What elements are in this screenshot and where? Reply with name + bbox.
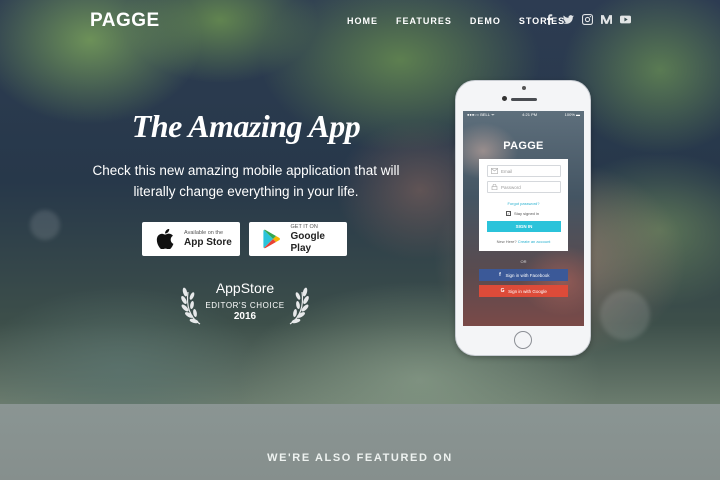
instagram-icon[interactable]	[582, 14, 593, 25]
app-store-label: App Store	[184, 236, 232, 248]
facebook-signin-label: Sign in with Facebook	[505, 272, 550, 278]
nav-home[interactable]: HOME	[347, 16, 378, 26]
mail-icon	[491, 168, 498, 174]
award-year: 2016	[233, 311, 257, 322]
google-plus-icon: G	[500, 287, 505, 294]
password-placeholder: Password	[501, 184, 521, 190]
forgot-password-link[interactable]: Forgot password?	[479, 201, 568, 206]
new-here-label: New Here?	[496, 239, 517, 244]
app-store-small: Available on the	[184, 229, 224, 236]
youtube-icon[interactable]	[620, 14, 631, 25]
stay-signed-label: Stay signed in	[514, 211, 540, 216]
facebook-icon[interactable]	[544, 14, 555, 25]
stay-signed-checkbox[interactable]: ✓ Stay signed in	[506, 211, 539, 216]
twitter-icon[interactable]	[563, 14, 574, 25]
brand-logo[interactable]: PAGGE	[90, 10, 160, 32]
apple-icon	[154, 228, 176, 250]
email-field[interactable]: Email	[487, 165, 561, 177]
create-account-link[interactable]: Create an account	[518, 239, 551, 244]
checkmark-icon: ✓	[506, 211, 511, 216]
award-subtitle: EDITOR'S CHOICE	[205, 301, 285, 310]
featured-title: WE'RE ALSO FEATURED ON	[267, 452, 453, 464]
social-links	[544, 14, 639, 25]
sign-in-button[interactable]: SIGN IN	[487, 221, 561, 232]
status-battery: 100% ▬	[564, 112, 580, 117]
phone-sensor	[522, 86, 526, 90]
lock-icon	[491, 184, 498, 190]
phone-home-button[interactable]	[514, 331, 532, 349]
phone-app-title: PAGGE	[503, 140, 544, 152]
award-title: AppStore	[215, 280, 275, 296]
status-carrier: ●●●○○ BELL ᯤ	[467, 112, 495, 117]
hero-background	[0, 0, 720, 404]
featured-band	[0, 404, 720, 480]
phone-status-bar: ●●●○○ BELL ᯤ 4:21 PM 100% ▬	[463, 111, 584, 118]
nav-demo[interactable]: DEMO	[470, 16, 501, 26]
editors-choice-award: AppStore EDITOR'S CHOICE 2016	[180, 278, 310, 328]
phone-speaker	[511, 98, 537, 101]
nav-features[interactable]: FEATURES	[396, 16, 452, 26]
google-signin-button[interactable]: G Sign in with Google	[479, 285, 568, 297]
phone-camera	[502, 96, 507, 101]
google-signin-label: Sign in with Google	[508, 288, 547, 294]
medium-icon[interactable]	[601, 14, 612, 25]
google-play-label: Google Play	[290, 230, 325, 254]
facebook-signin-button[interactable]: f Sign in with Facebook	[479, 269, 568, 281]
bokeh-light	[30, 210, 60, 240]
phone-mockup: ●●●○○ BELL ᯤ 4:21 PM 100% ▬ PAGGE Email …	[455, 80, 591, 356]
status-time: 4:21 PM	[522, 112, 538, 117]
new-here-text: New Here? Create an account	[479, 239, 568, 244]
email-placeholder: Email	[501, 168, 513, 174]
google-play-small: GET IT ON	[290, 223, 318, 230]
login-card: Email Password Forgot password? ✓ Stay s…	[479, 159, 568, 251]
google-play-icon	[261, 228, 283, 250]
google-play-button[interactable]: GET IT ON Google Play	[249, 222, 347, 256]
app-store-button[interactable]: Available on the App Store	[142, 222, 240, 256]
hero-subtext: Check this new amazing mobile applicatio…	[92, 163, 400, 199]
bokeh-light	[600, 290, 650, 340]
or-divider: OR	[520, 259, 527, 264]
facebook-icon: f	[499, 271, 501, 278]
phone-screen: ●●●○○ BELL ᯤ 4:21 PM 100% ▬ PAGGE Email …	[463, 111, 584, 326]
hero-headline: The Amazing App	[131, 108, 361, 144]
password-field[interactable]: Password	[487, 181, 561, 193]
